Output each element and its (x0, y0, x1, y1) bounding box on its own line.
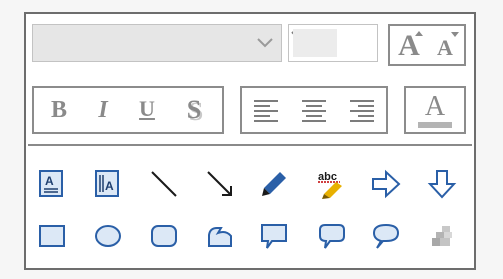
font-color-icon: A (424, 91, 446, 122)
arrow-line-icon (207, 171, 232, 196)
font-color-button[interactable]: A (414, 90, 456, 130)
pencil-button[interactable] (258, 168, 290, 200)
rounded-rectangle-button[interactable] (148, 220, 180, 252)
text-box-icon: A (39, 170, 63, 197)
spell-check-button[interactable]: abc (316, 168, 348, 200)
oval-callout-icon (372, 223, 400, 249)
down-arrow-button[interactable] (426, 168, 458, 200)
more-shapes-icon (432, 226, 452, 246)
rounded-rectangle-icon (151, 225, 177, 247)
text-box-button[interactable]: A (36, 168, 68, 200)
oval-icon (95, 225, 121, 247)
align-right-button[interactable] (346, 94, 378, 126)
rectangular-callout-button[interactable] (258, 220, 290, 252)
shrink-font-icon: A (437, 35, 453, 60)
drawing-toolbar-panel: A A B I U S A A A abc (24, 12, 476, 270)
more-shapes-button[interactable] (426, 220, 458, 252)
grow-font-button[interactable]: A (392, 28, 426, 62)
svg-text:A: A (45, 174, 54, 188)
align-center-icon (302, 100, 326, 122)
oval-button[interactable] (92, 220, 124, 252)
vertical-text-box-button[interactable]: A (92, 168, 124, 200)
right-arrow-icon (372, 169, 401, 199)
shadow-label: S (186, 95, 202, 124)
pencil-icon (262, 172, 286, 196)
down-arrow-icon (427, 170, 457, 199)
arrow-line-button[interactable] (204, 168, 236, 200)
rectangle-button[interactable] (36, 220, 68, 252)
font-color-swatch (418, 122, 452, 128)
italic-button[interactable]: I (88, 94, 118, 126)
rounded-callout-button[interactable] (316, 220, 348, 252)
bold-button[interactable]: B (44, 94, 74, 126)
bold-label: B (50, 97, 67, 123)
rounded-callout-icon (319, 224, 345, 249)
align-left-icon (254, 100, 278, 122)
svg-text:abc: abc (318, 171, 337, 183)
font-color-group: A (404, 86, 466, 134)
vertical-text-box-icon: A (95, 170, 119, 197)
align-center-button[interactable] (298, 94, 330, 126)
font-size-combobox[interactable] (288, 24, 378, 62)
shrink-font-button[interactable]: A (428, 28, 462, 62)
align-right-icon (350, 100, 374, 122)
line-icon (151, 171, 177, 197)
rectangle-icon (39, 225, 65, 247)
underline-label: U (139, 96, 155, 121)
freeform-shape-icon (208, 227, 232, 247)
spell-check-icon: abc (318, 171, 342, 199)
svg-text:A: A (105, 179, 114, 193)
toolbar-divider (28, 144, 472, 146)
line-button[interactable] (148, 168, 180, 200)
font-size-value-field[interactable] (293, 29, 337, 57)
grow-caret-icon (415, 31, 423, 36)
align-left-button[interactable] (250, 94, 282, 126)
rectangular-callout-icon (261, 224, 287, 249)
font-name-combobox[interactable] (32, 24, 282, 62)
alignment-group (240, 86, 388, 134)
chevron-down-icon[interactable] (255, 32, 275, 52)
oval-callout-button[interactable] (370, 220, 402, 252)
freeform-shape-button[interactable] (204, 220, 236, 252)
shrink-caret-icon (451, 32, 459, 37)
right-arrow-button[interactable] (370, 168, 402, 200)
text-style-group: B I U S (32, 86, 224, 134)
shadow-button[interactable]: S (178, 94, 210, 126)
font-grow-shrink-group: A A (388, 24, 466, 66)
italic-label: I (98, 97, 108, 123)
underline-button[interactable]: U (132, 94, 162, 126)
